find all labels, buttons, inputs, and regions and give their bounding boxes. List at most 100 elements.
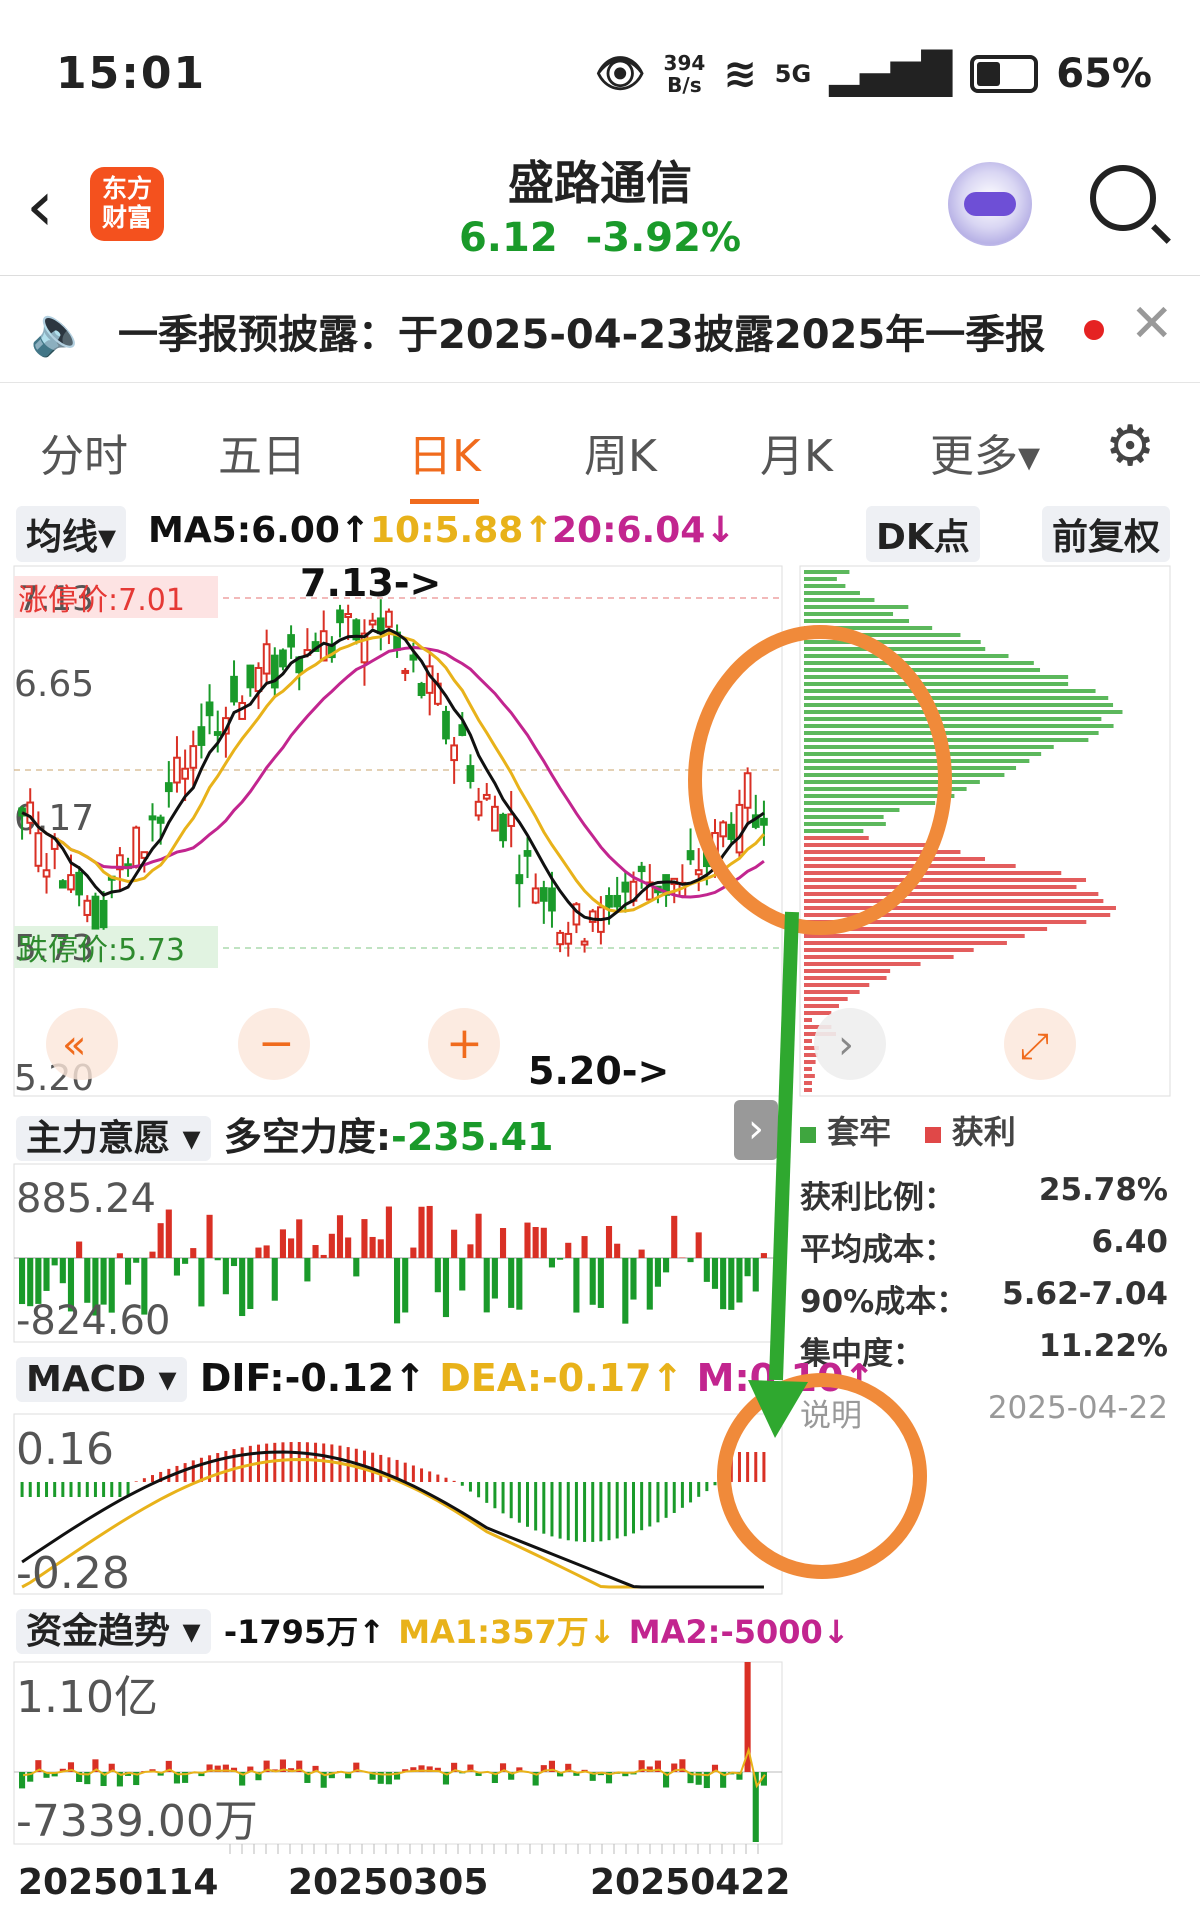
main-force-bar [622, 1258, 629, 1324]
fund-trend-header: 资金趋势 ▾ -1795万↑ MA1:357万↓ MA2:-5000↓ [16, 1602, 850, 1654]
chip-bar [804, 962, 921, 966]
ma5-line [21, 627, 765, 922]
chip-bar [804, 794, 955, 798]
tab-five-day[interactable]: 五日 [218, 420, 306, 484]
tab-weekly-k[interactable]: 周K [584, 420, 657, 484]
candle-body [686, 850, 695, 861]
tab-more[interactable]: 更多▾ [930, 420, 1040, 484]
main-force-bar [402, 1258, 409, 1313]
macd-selector[interactable]: MACD ▾ [16, 1357, 187, 1402]
main-force-bar [214, 1258, 221, 1261]
candle-body [230, 675, 238, 703]
main-force-bar [320, 1254, 327, 1258]
main-force-bar [426, 1205, 433, 1258]
close-icon[interactable]: ✕ [1130, 294, 1174, 354]
main-force-bar [304, 1258, 311, 1282]
main-force-bar [385, 1206, 392, 1258]
fund-trend-ma2: MA2:-5000↓ [628, 1613, 850, 1651]
chip-bar [804, 969, 891, 973]
chip-bar [804, 976, 887, 980]
kline-chart[interactable]: 7.13 涨停价:7.01 6.65 6.17 5.73 跌停价:5.73 5.… [0, 560, 1200, 1100]
chip-bar [804, 675, 1069, 679]
main-force-bar [744, 1258, 751, 1277]
fullscreen-icon[interactable]: ⤢ [1004, 1008, 1076, 1080]
high-marker: 7.13-> [300, 561, 441, 605]
chip-legend: 套牢 获利 [800, 1107, 1016, 1153]
time-axis-ticks [229, 1844, 759, 1854]
candle-body [262, 643, 271, 675]
main-force-bar [51, 1258, 58, 1266]
chip-bar [804, 668, 1041, 672]
chip-bar [804, 941, 1007, 945]
network-type: 5G [774, 59, 812, 88]
candle-body [491, 805, 499, 832]
settings-gear-icon[interactable]: ⚙ [1105, 414, 1155, 479]
chip-next-button[interactable]: › [814, 1008, 886, 1080]
candle-body [164, 782, 173, 793]
price-adjust-button[interactable]: 前复权 [1042, 506, 1171, 562]
main-force-bar [638, 1249, 645, 1258]
ai-robot-avatar[interactable] [948, 162, 1032, 246]
chip-bar [804, 822, 886, 826]
zoom-in-button[interactable]: + [428, 1008, 500, 1080]
notice-text[interactable]: 一季报预披露：于2025-04-23披露2025年一季报 [118, 302, 1045, 360]
candle-body [694, 869, 703, 876]
scroll-left-button[interactable]: « [46, 1008, 118, 1080]
candle-body [344, 613, 353, 618]
candle-body [132, 826, 141, 868]
stat-90-cost: 90%成本： 5.62-7.04 [800, 1276, 1168, 1320]
zoom-out-button[interactable]: − [238, 1008, 310, 1080]
candle-body [148, 815, 157, 821]
fund-trend-selector[interactable]: 资金趋势 ▾ [16, 1609, 211, 1654]
chip-bar [804, 878, 1087, 882]
main-force-selector[interactable]: 主力意愿 ▾ [16, 1116, 211, 1161]
candle-body [564, 932, 573, 945]
search-icon[interactable] [1090, 165, 1156, 231]
candle-body [401, 669, 410, 674]
chip-bar [804, 682, 1069, 686]
candle-body [156, 816, 165, 824]
ma-selector[interactable]: 均线▾ [16, 506, 127, 562]
candle-body [189, 745, 198, 769]
tab-daily-k[interactable]: 日K [408, 420, 481, 504]
candle-body [499, 813, 507, 842]
candle-body [385, 610, 393, 628]
main-force-bar [296, 1219, 303, 1258]
main-force-bar [654, 1258, 661, 1287]
candle-body [336, 609, 344, 624]
chip-bar [804, 997, 848, 1001]
main-force-bar [605, 1226, 613, 1258]
macd-y-top: 0.16 [16, 1424, 114, 1475]
main-force-bar [548, 1258, 556, 1268]
dk-point-button[interactable]: DK点 [866, 506, 980, 562]
chip-bar [804, 584, 846, 588]
main-force-bar [646, 1258, 653, 1310]
chip-bar [804, 759, 1030, 763]
candle-body [205, 701, 214, 717]
collapse-arrow-button[interactable]: › [734, 1100, 778, 1160]
stat-avg-cost: 平均成本： 6.40 [800, 1224, 1168, 1268]
candle-body [181, 767, 189, 780]
main-force-bar [410, 1247, 417, 1258]
main-force-bar [467, 1244, 474, 1258]
chip-bar [804, 920, 1087, 924]
notice-bar[interactable]: 🔈 一季报预披露：于2025-04-23披露2025年一季报 ✕ [0, 276, 1200, 383]
tab-monthly-k[interactable]: 月K [760, 420, 833, 484]
main-force-bar [760, 1253, 767, 1258]
fund-y-bottom: -7339.00万 [16, 1796, 258, 1847]
tab-minute[interactable]: 分时 [40, 420, 128, 484]
candle-body [523, 850, 532, 857]
explain-link[interactable]: 说明 [800, 1398, 862, 1434]
stat-profit-ratio: 获利比例： 25.78% [800, 1172, 1168, 1216]
ma20-value: 20:6.04↓ [552, 510, 736, 551]
main-force-bar [149, 1251, 156, 1258]
chip-bar [804, 955, 954, 959]
chip-bar [804, 864, 1016, 868]
candle-body [458, 724, 467, 736]
main-force-bar [133, 1258, 140, 1263]
chip-bar [804, 1004, 839, 1008]
fund-trend-chart: 1.10亿 -7339.00万 [13, 1661, 783, 1854]
chip-bar [804, 626, 933, 630]
main-force-bar [239, 1258, 246, 1317]
chip-bar [804, 850, 961, 854]
